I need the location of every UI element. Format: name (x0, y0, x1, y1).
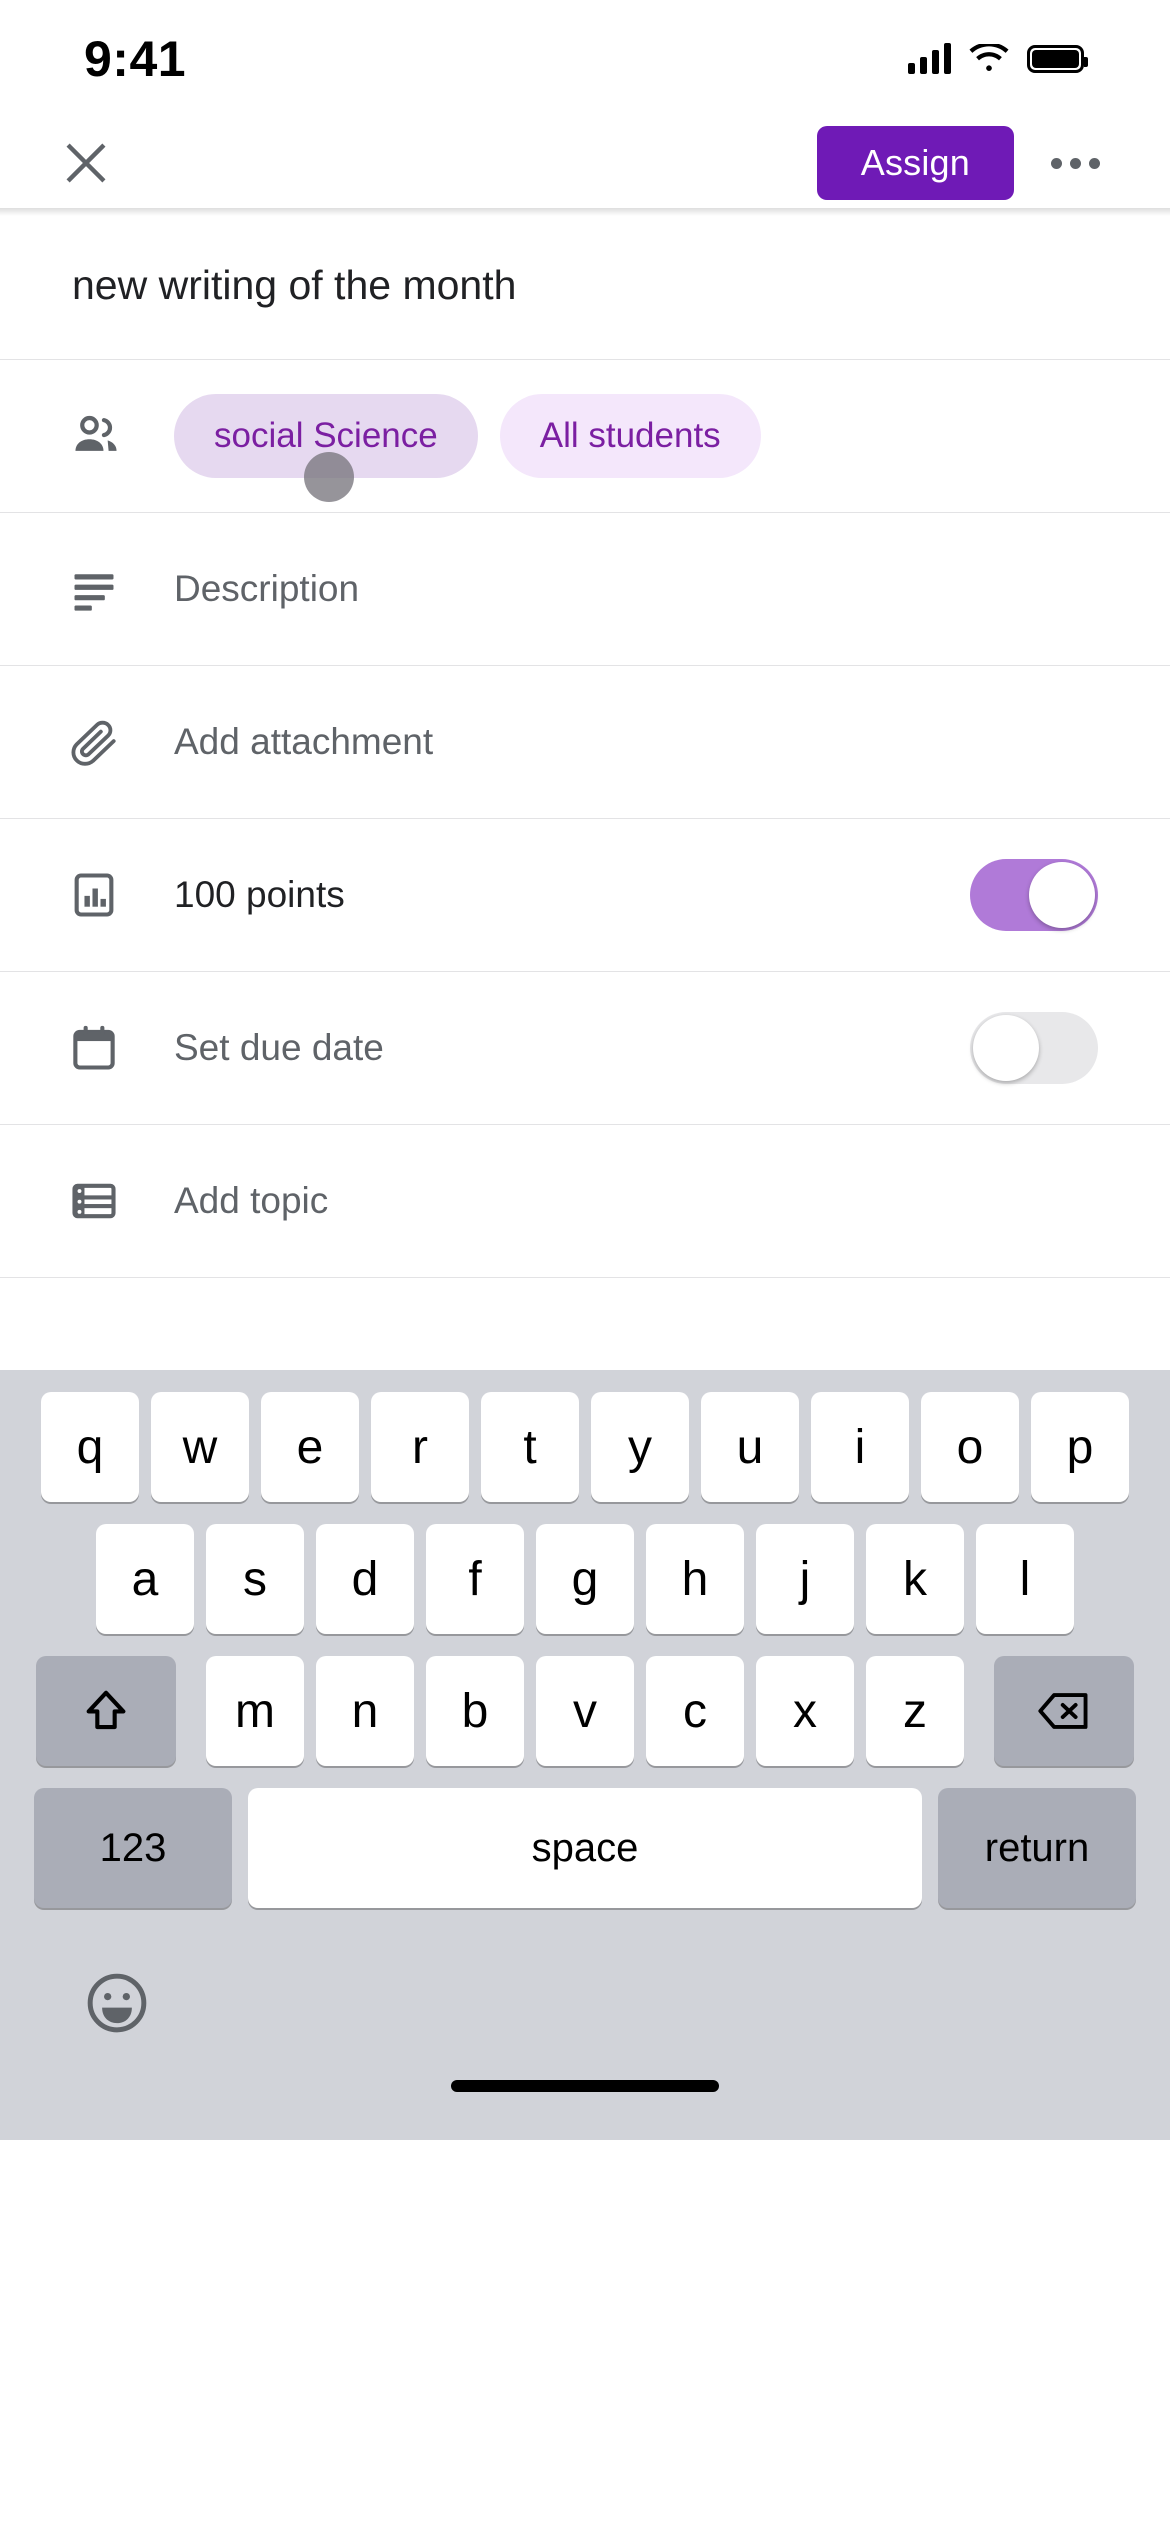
key-p[interactable]: p (1031, 1392, 1129, 1502)
status-time: 9:41 (84, 31, 187, 87)
description-icon (68, 563, 140, 615)
key-g[interactable]: g (536, 1524, 634, 1634)
backspace-key[interactable] (994, 1656, 1134, 1766)
key-a[interactable]: a (96, 1524, 194, 1634)
assignment-form: new writing of the month social Science … (0, 216, 1170, 1370)
key-b[interactable]: b (426, 1656, 524, 1766)
attachment-icon (68, 715, 140, 769)
battery-full-icon (1027, 45, 1088, 73)
emoji-key[interactable] (82, 1968, 152, 2043)
cellular-bars-icon (908, 43, 951, 74)
key-l[interactable]: l (976, 1524, 1074, 1634)
title-value: new writing of the month (72, 262, 517, 308)
more-horizontal-icon (1088, 157, 1100, 169)
key-u[interactable]: u (701, 1392, 799, 1502)
close-button[interactable] (50, 127, 122, 199)
key-r[interactable]: r (371, 1392, 469, 1502)
add-topic-row[interactable]: Add topic (0, 1125, 1170, 1277)
assignee-chip-list: social Science All students (140, 394, 761, 502)
backspace-delete-icon (1038, 1693, 1088, 1729)
close-icon (66, 143, 106, 183)
key-j[interactable]: j (756, 1524, 854, 1634)
key-x[interactable]: x (756, 1656, 854, 1766)
shift-key[interactable] (36, 1656, 176, 1766)
app-bar-shadow (0, 208, 1170, 216)
key-q[interactable]: q (41, 1392, 139, 1502)
assign-button[interactable]: Assign (816, 126, 1014, 200)
add-attachment-label: Add attachment (174, 721, 434, 762)
description-row[interactable]: Description (0, 513, 1170, 665)
key-c[interactable]: c (646, 1656, 744, 1766)
title-field[interactable]: new writing of the month (0, 216, 1170, 359)
due-date-row[interactable]: Set due date (0, 972, 1170, 1124)
keyboard-bottom-bar (0, 1930, 1170, 2080)
key-k[interactable]: k (866, 1524, 964, 1634)
people-icon (68, 408, 140, 464)
key-w[interactable]: w (151, 1392, 249, 1502)
status-indicators (908, 43, 1088, 74)
key-v[interactable]: v (536, 1656, 634, 1766)
space-key[interactable]: space (248, 1788, 922, 1908)
key-t[interactable]: t (481, 1392, 579, 1502)
key-f[interactable]: f (426, 1524, 524, 1634)
description-label: Description (174, 568, 360, 609)
keyboard-row-1: qwertyuiop (0, 1392, 1170, 1502)
key-d[interactable]: d (316, 1524, 414, 1634)
points-row[interactable]: 100 points (0, 819, 1170, 971)
assignees-row[interactable]: social Science All students (0, 360, 1170, 512)
key-m[interactable]: m (206, 1656, 304, 1766)
add-attachment-row[interactable]: Add attachment (0, 666, 1170, 818)
points-toggle[interactable] (970, 859, 1098, 931)
wifi-icon (969, 44, 1009, 71)
home-indicator[interactable] (451, 2080, 719, 2092)
assignee-chip-social-science[interactable]: social Science (174, 394, 478, 478)
due-date-label: Set due date (174, 1027, 384, 1068)
form-filler (0, 1278, 1170, 1370)
calendar-icon (68, 1022, 140, 1074)
points-icon (68, 869, 140, 921)
key-h[interactable]: h (646, 1524, 744, 1634)
keyboard-row-2: asdfghjkl (0, 1524, 1170, 1634)
toggle-knob (973, 1015, 1039, 1081)
key-o[interactable]: o (921, 1392, 1019, 1502)
more-horizontal-icon (1069, 157, 1081, 169)
phone-screen: 9:41 Assign new writing of the month soc… (0, 0, 1170, 2532)
emoji-smiley-icon (87, 1973, 147, 2032)
keyboard-row-3: mnbvcxz (0, 1656, 1170, 1766)
key-y[interactable]: y (591, 1392, 689, 1502)
key-n[interactable]: n (316, 1656, 414, 1766)
return-key[interactable]: return (938, 1788, 1136, 1908)
home-indicator-area (0, 2080, 1170, 2140)
key-z[interactable]: z (866, 1656, 964, 1766)
assignee-chip-all-students[interactable]: All students (499, 394, 761, 478)
due-date-toggle[interactable] (970, 1012, 1098, 1084)
key-i[interactable]: i (811, 1392, 909, 1502)
more-horizontal-icon (1050, 157, 1062, 169)
app-bar: Assign (0, 118, 1170, 208)
status-bar: 9:41 (0, 0, 1170, 118)
add-topic-label: Add topic (174, 1180, 329, 1221)
on-screen-keyboard: qwertyuiop asdfghjkl mnbvcxz 123 space r… (0, 1370, 1170, 2140)
numbers-key[interactable]: 123 (34, 1788, 232, 1908)
shift-up-arrow-icon (86, 1690, 126, 1730)
topic-list-icon (68, 1175, 140, 1227)
overflow-menu-button[interactable] (1036, 127, 1114, 199)
keyboard-row-4: 123 space return (0, 1788, 1170, 1908)
key-s[interactable]: s (206, 1524, 304, 1634)
key-e[interactable]: e (261, 1392, 359, 1502)
toggle-knob (1029, 862, 1095, 928)
points-label: 100 points (174, 874, 345, 915)
